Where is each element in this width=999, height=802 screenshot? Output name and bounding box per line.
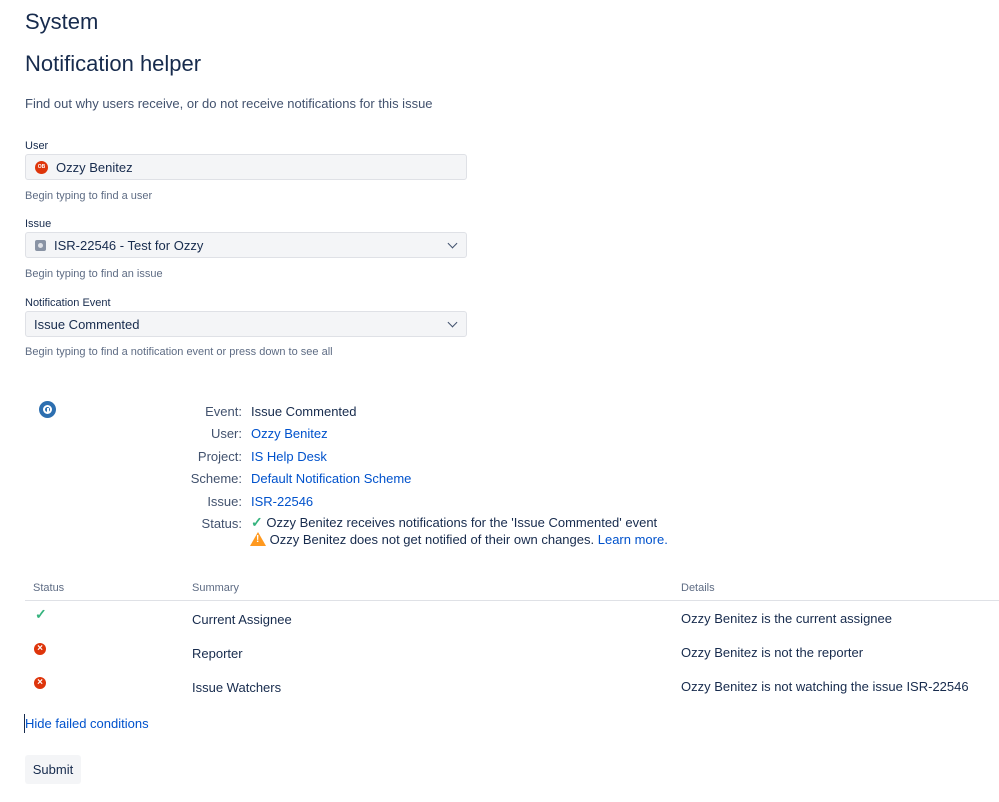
issue-label: Issue [25, 218, 52, 230]
table-cell-summary: Reporter [192, 646, 243, 661]
chevron-down-icon[interactable] [447, 317, 458, 328]
issue-result-link[interactable]: ISR-22546 [251, 494, 313, 509]
event-select[interactable]: Issue Commented [25, 311, 467, 337]
event-result-label: Event: [205, 404, 242, 419]
hide-failed-conditions-link[interactable]: Hide failed conditions [25, 716, 149, 731]
page-heading: Notification helper [25, 51, 202, 76]
scheme-result-label: Scheme: [190, 471, 242, 486]
error-icon: × [34, 677, 46, 689]
scheme-result-link[interactable]: Default Notification Scheme [251, 471, 411, 486]
error-icon: × [34, 643, 46, 655]
table-cell-summary: Current Assignee [192, 612, 292, 627]
status-warn-line: Ozzy Benitez does not get notified of th… [250, 532, 668, 547]
page-description: Find out why users receive, or do not re… [25, 96, 433, 111]
table-header-status: Status [33, 582, 65, 594]
status-result-label: Status: [201, 516, 242, 531]
learn-more-link[interactable]: Learn more. [598, 532, 668, 547]
event-result-value: Issue Commented [251, 404, 357, 419]
status-ok-line: ✓ Ozzy Benitez receives notifications fo… [251, 514, 657, 531]
submit-button[interactable]: Submit [25, 755, 81, 784]
user-result-link[interactable]: Ozzy Benitez [251, 426, 328, 441]
issue-select[interactable]: ISR-22546 - Test for Ozzy [25, 232, 467, 258]
project-result-label: Project: [197, 449, 242, 464]
project-result-link[interactable]: IS Help Desk [251, 449, 327, 464]
event-select-value: Issue Commented [34, 316, 140, 332]
issue-select-value: ISR-22546 - Test for Ozzy [54, 237, 204, 253]
status-ok-text: Ozzy Benitez receives notifications for … [266, 515, 658, 530]
table-cell-summary: Issue Watchers [192, 680, 282, 695]
table-divider [25, 600, 999, 601]
table-header-details: Details [681, 582, 715, 594]
status-warn-text: Ozzy Benitez does not get notified of th… [269, 532, 595, 547]
chevron-down-icon[interactable] [447, 238, 458, 249]
table-cell-details: Ozzy Benitez is the current assignee [681, 611, 892, 626]
user-field-value: Ozzy Benitez [56, 159, 133, 175]
check-icon: ✓ [251, 514, 263, 530]
table-cell-details: Ozzy Benitez is not watching the issue I… [681, 679, 969, 694]
user-result-label: User: [210, 426, 242, 441]
avatar: OB [35, 160, 48, 174]
issue-hint: Begin typing to find an issue [25, 268, 163, 280]
info-icon [39, 401, 56, 418]
warning-icon [250, 532, 266, 546]
table-cell-details: Ozzy Benitez is not the reporter [681, 645, 864, 660]
user-label: User [25, 140, 49, 152]
user-hint: Begin typing to find a user [25, 190, 153, 202]
table-header-summary: Summary [192, 582, 240, 594]
issue-result-label: Issue: [207, 494, 242, 509]
event-hint: Begin typing to find a notification even… [25, 346, 333, 358]
check-icon: ✓ [35, 606, 47, 622]
event-label: Notification Event [25, 297, 111, 309]
page-title: System [25, 9, 99, 34]
user-field[interactable]: OB Ozzy Benitez [25, 154, 467, 180]
issue-type-icon [35, 239, 46, 251]
